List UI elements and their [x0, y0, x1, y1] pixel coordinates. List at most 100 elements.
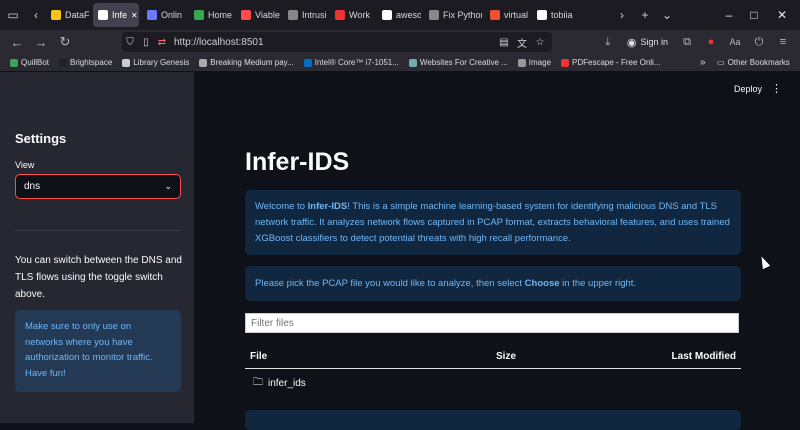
other-bookmarks-label: Other Bookmarks: [727, 58, 790, 67]
bookmarks-bar: QuillBot Brightspace Library Genesis Breaki…: [0, 54, 800, 72]
pick-choose: Choose: [524, 278, 560, 289]
bookmark-label: Library Genesis: [133, 58, 190, 67]
tab-overview-icon[interactable]: ▭: [0, 0, 26, 30]
page-info-icon[interactable]: ▯: [138, 37, 154, 48]
bookmark-favicon-icon: [10, 58, 18, 67]
back-icon[interactable]: ←: [5, 30, 29, 54]
more-options-icon[interactable]: ⋮: [771, 82, 782, 95]
welcome-info-box: Welcome to Infer-IDS! This is a simple m…: [245, 190, 741, 255]
ublock-icon[interactable]: ●: [700, 30, 722, 54]
close-window-icon[interactable]: ✕: [768, 0, 796, 30]
file-table-header: File Size Last Modified: [245, 347, 741, 369]
welcome-app-name: Infer-IDS: [307, 201, 348, 212]
reader-view-icon[interactable]: ▤: [496, 37, 512, 48]
browser-tab[interactable]: Viable: [236, 3, 280, 27]
extensions-icon[interactable]: ⧉: [676, 30, 698, 54]
tab-favicon-icon: [288, 10, 298, 20]
translate-icon[interactable]: 文: [514, 35, 530, 50]
sidebar-help-text: You can switch between the DNS and TLS f…: [15, 255, 182, 300]
tab-favicon-icon: [382, 10, 392, 20]
tab-favicon-icon: [51, 10, 61, 20]
chevron-down-icon[interactable]: ⌄: [164, 181, 172, 192]
bookmark-star-icon[interactable]: ☆: [532, 37, 548, 48]
next-info-box: [245, 410, 741, 430]
browser-tab[interactable]: Home: [189, 3, 233, 27]
url-bar[interactable]: ⛉ ▯ ⇄ http://localhost:8501 ▤ 文 ☆: [122, 32, 552, 52]
reload-icon[interactable]: ↻: [53, 30, 77, 54]
bookmark-item[interactable]: Brightspace: [54, 58, 117, 67]
other-bookmarks[interactable]: ▭ Other Bookmarks: [712, 58, 795, 67]
browser-tab[interactable]: DataF: [46, 3, 90, 27]
bookmark-item[interactable]: QuillBot: [5, 58, 54, 67]
tab-label: Intrusi: [302, 10, 327, 20]
tab-favicon-icon: [98, 10, 108, 20]
bookmark-favicon-icon: [561, 58, 570, 67]
pick-prefix: Please pick the PCAP file you would like…: [255, 278, 525, 289]
sign-in-label: Sign in: [640, 37, 668, 47]
power-icon[interactable]: ⏻: [748, 30, 770, 54]
browser-tab[interactable]: Onlin: [142, 3, 186, 27]
table-row[interactable]: 🗀 infer_ids: [245, 372, 741, 394]
browser-tab[interactable]: Infe ✕: [93, 3, 139, 27]
tab-label: Fix Python: [443, 10, 482, 20]
view-label: View: [15, 160, 35, 170]
bookmark-item[interactable]: Library Genesis: [117, 58, 194, 67]
downloads-icon[interactable]: ⤓: [597, 30, 619, 54]
browser-tab[interactable]: aweso: [377, 3, 421, 27]
forward-icon[interactable]: →: [29, 30, 53, 54]
file-name[interactable]: infer_ids: [268, 378, 306, 389]
view-select[interactable]: dns ⌄: [15, 174, 181, 199]
deploy-button[interactable]: Deploy: [734, 84, 762, 94]
authorization-notice: Make sure to only use on networks where …: [15, 310, 181, 392]
browser-tab[interactable]: virtual: [485, 3, 529, 27]
sidebar-divider: [15, 230, 181, 231]
browser-tab[interactable]: tobiia: [532, 3, 576, 27]
new-tab-icon[interactable]: +: [634, 0, 656, 30]
minimize-icon[interactable]: –: [715, 0, 743, 30]
account-icon: ◉: [626, 36, 637, 49]
tab-scroll-right-icon[interactable]: ›: [612, 0, 632, 30]
pick-suffix: in the upper right.: [559, 278, 637, 289]
bookmark-favicon-icon: [122, 58, 131, 67]
shield-icon[interactable]: ⛉: [122, 37, 138, 48]
tab-label: DataF: [65, 10, 90, 20]
bookmark-item[interactable]: Image: [513, 58, 556, 67]
permissions-icon[interactable]: ⇄: [154, 37, 170, 48]
bookmark-item[interactable]: Websites For Creative ...: [404, 58, 513, 67]
bookmark-item[interactable]: Breaking Medium pay...: [194, 58, 298, 67]
tab-favicon-icon: [429, 10, 439, 20]
folder-icon: ▭: [717, 58, 725, 67]
maximize-icon[interactable]: □: [740, 0, 768, 30]
column-last-modified[interactable]: Last Modified: [672, 351, 736, 362]
tab-list-chevron-icon[interactable]: ⌄: [656, 0, 678, 30]
font-size-icon[interactable]: Aa: [724, 30, 746, 54]
tab-favicon-icon: [537, 10, 547, 20]
bookmark-favicon-icon: [517, 58, 526, 67]
bookmark-label: Breaking Medium pay...: [210, 58, 294, 67]
bookmarks-overflow-icon[interactable]: »: [695, 57, 711, 68]
sign-in-button[interactable]: ◉ Sign in: [621, 36, 674, 49]
browser-tab[interactable]: Intrusi: [283, 3, 327, 27]
tab-favicon-icon: [147, 10, 157, 20]
bookmark-label: Intel® Core™ i7-1051...: [314, 58, 399, 67]
tab-label: Work: [349, 10, 370, 20]
close-tab-icon[interactable]: ✕: [131, 11, 138, 20]
browser-tab[interactable]: Fix Python: [424, 3, 482, 27]
url-text[interactable]: http://localhost:8501: [174, 37, 264, 48]
filter-files-input[interactable]: [245, 313, 739, 333]
tab-scroll-left-icon[interactable]: ‹: [26, 0, 46, 30]
bookmark-favicon-icon: [408, 58, 417, 67]
main-content: Deploy ⋮ Infer-IDS Welcome to Infer-IDS!…: [194, 72, 800, 430]
column-file[interactable]: File: [250, 351, 267, 362]
bookmark-item[interactable]: Intel® Core™ i7-1051...: [299, 58, 404, 67]
tab-label: Home: [208, 10, 233, 20]
browser-tab[interactable]: Work: [330, 3, 374, 27]
pick-file-info-box: Please pick the PCAP file you would like…: [245, 266, 741, 301]
bookmark-label: QuillBot: [21, 58, 50, 67]
bookmark-item[interactable]: PDFescape - Free Onli...: [556, 58, 665, 67]
view-select-value: dns: [24, 181, 41, 192]
menu-icon[interactable]: ≡: [772, 30, 794, 54]
column-size[interactable]: Size: [496, 351, 516, 362]
tab-favicon-icon: [241, 10, 251, 20]
tab-label: Onlin: [161, 10, 183, 20]
